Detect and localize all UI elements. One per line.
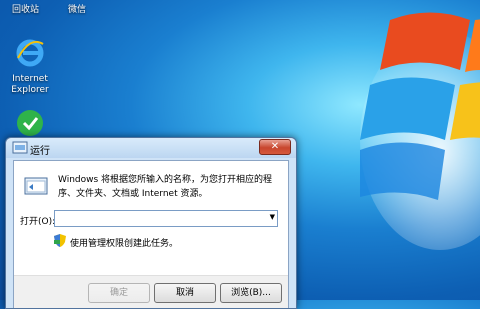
dialog-titlebar[interactable]: 运行 ✕ [6, 138, 296, 158]
admin-note: 使用管理权限创建此任务。 [70, 239, 179, 249]
dialog-description: Windows 将根据您所输入的名称，为您打开相应的程序、文件夹、文档或 Int… [58, 175, 273, 199]
run-dialog: 运行 ✕ Windows 将根据您所输入的名称，为您打开相应的程序、文件夹、文档… [5, 137, 297, 309]
green-app-icon [17, 110, 43, 136]
dialog-title: 运行 [30, 146, 50, 157]
open-label: 打开(O): [20, 217, 56, 227]
uac-shield-icon [54, 234, 66, 247]
ok-button[interactable]: 确定 [88, 283, 150, 303]
run-title-icon [12, 141, 28, 154]
internet-explorer-shortcut[interactable]: Internet Explorer [2, 38, 58, 96]
ie-label-line2: Explorer [11, 85, 49, 95]
ie-label-line1: Internet [12, 74, 48, 84]
cancel-button[interactable]: 取消 [154, 283, 216, 303]
chevron-down-icon[interactable]: ▼ [270, 213, 275, 221]
wechat-label[interactable]: 微信 [68, 2, 86, 15]
run-program-icon [24, 177, 48, 195]
internet-explorer-icon [16, 39, 44, 67]
open-combobox[interactable]: ▼ [54, 210, 278, 227]
browse-button[interactable]: 浏览(B)... [220, 283, 282, 303]
windows-logo-icon [360, 12, 480, 250]
dialog-footer: 确定 取消 浏览(B)... [14, 275, 288, 308]
dialog-client: Windows 将根据您所输入的名称，为您打开相应的程序、文件夹、文档或 Int… [13, 160, 289, 308]
close-button[interactable]: ✕ [259, 139, 291, 155]
desktop: 回收站 微信 Internet Explorer 运行 ✕ Windows 将根… [0, 0, 480, 309]
recycle-bin-label[interactable]: 回收站 [12, 2, 39, 15]
